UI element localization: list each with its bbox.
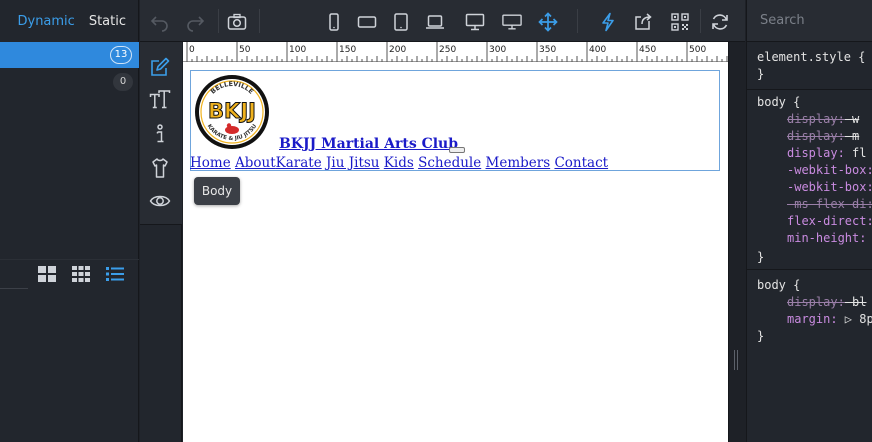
- nav-link-kids[interactable]: Kids: [384, 155, 414, 171]
- left-panel: Dynamic Static 13 0: [0, 0, 139, 442]
- tablet-icon[interactable]: [391, 12, 411, 32]
- css-declaration[interactable]: display: fl: [787, 145, 866, 162]
- css-rule-body-2: body { display: bl margin: ▷ 8p }: [747, 270, 872, 350]
- view-mode-switcher: [38, 266, 124, 282]
- wide-desktop-icon[interactable]: [502, 12, 522, 32]
- css-declaration[interactable]: margin: ▷ 8p: [787, 311, 872, 328]
- small-grid-icon[interactable]: [72, 266, 90, 282]
- redo-icon[interactable]: [185, 12, 205, 32]
- club-logo: BELLEVILLE BKJJ KARATE & JIU JITSU: [194, 74, 270, 150]
- close-brace: }: [757, 329, 765, 343]
- text-size-icon[interactable]: [149, 89, 171, 111]
- search-bar: [747, 0, 872, 42]
- css-declaration[interactable]: -ms-flex-di:: [787, 196, 872, 213]
- tab-static[interactable]: Static: [89, 14, 126, 29]
- css-declaration[interactable]: display: bl: [787, 294, 866, 311]
- ruler-label: 200: [389, 45, 406, 55]
- ruler-label: 100: [289, 45, 306, 55]
- nav-link-contact[interactable]: Contact: [554, 155, 608, 171]
- css-declaration[interactable]: min-height:: [787, 230, 866, 247]
- ruler-label: 300: [489, 45, 506, 55]
- top-toolbar: [140, 0, 745, 42]
- desktop-icon[interactable]: [465, 12, 485, 32]
- camera-icon[interactable]: [227, 12, 247, 32]
- css-declaration[interactable]: -webkit-box:: [787, 179, 872, 196]
- nav-link-jiu-jitsu[interactable]: Jiu Jitsu: [326, 155, 380, 171]
- selector[interactable]: body {: [757, 94, 800, 111]
- list-view-icon[interactable]: [106, 266, 124, 282]
- move-arrows-icon[interactable]: [538, 12, 558, 32]
- nav-link-about[interactable]: About: [235, 155, 276, 171]
- ruler-label: 400: [589, 45, 606, 55]
- qr-code-icon[interactable]: [670, 12, 690, 32]
- selector[interactable]: body {: [757, 277, 800, 294]
- close-brace: }: [757, 250, 765, 264]
- app-window: Dynamic Static 13 0 0 50 100 150 200 250…: [0, 0, 872, 442]
- resize-handle[interactable]: [734, 350, 739, 370]
- count-badge: 0: [113, 73, 133, 91]
- tshirt-icon[interactable]: [149, 157, 171, 179]
- edit-icon[interactable]: [149, 56, 171, 78]
- large-grid-icon[interactable]: [38, 266, 56, 282]
- element-tooltip: Body: [194, 177, 240, 205]
- close-brace: }: [757, 67, 765, 81]
- ruler-label: 250: [439, 45, 456, 55]
- share-icon[interactable]: [634, 12, 654, 32]
- undo-icon[interactable]: [150, 12, 170, 32]
- eye-icon[interactable]: [149, 190, 171, 212]
- phone-portrait-icon[interactable]: [324, 12, 344, 32]
- side-tools: [140, 42, 182, 442]
- element-style-rule: element.style { }: [747, 42, 872, 90]
- left-panel-header: Dynamic Static: [0, 0, 138, 42]
- ruler-label: 50: [239, 45, 251, 55]
- count-badge: 13: [110, 46, 132, 64]
- ruler-label: 350: [539, 45, 556, 55]
- ruler-label: 450: [639, 45, 656, 55]
- site-title-link[interactable]: BKJJ Martial Arts Club: [279, 136, 458, 152]
- panel-gutter: [728, 42, 745, 442]
- main-nav: Home AboutKarate Jiu Jitsu Kids Schedule…: [190, 155, 608, 171]
- info-icon[interactable]: [149, 123, 171, 145]
- search-input[interactable]: [760, 13, 860, 28]
- phone-landscape-icon[interactable]: [357, 12, 377, 32]
- nav-link-karate[interactable]: Karate: [276, 155, 322, 171]
- css-declaration[interactable]: display: m: [787, 128, 859, 145]
- refresh-icon[interactable]: [710, 12, 730, 32]
- lightning-icon[interactable]: [598, 12, 618, 32]
- ruler: 0 50 100 150 200 250 300 350 400 450 500: [183, 42, 728, 62]
- ruler-label: 150: [339, 45, 356, 55]
- ruler-label: 500: [689, 45, 706, 55]
- tab-dynamic[interactable]: Dynamic: [17, 14, 74, 29]
- css-inspector-panel: element.style { } body { display: wdispl…: [746, 0, 872, 442]
- nav-link-home[interactable]: Home: [190, 155, 231, 171]
- logo-letters: BKJJ: [208, 99, 256, 123]
- nav-link-members[interactable]: Members: [486, 155, 551, 171]
- selector[interactable]: element.style {: [757, 49, 865, 66]
- ruler-label: 0: [189, 45, 195, 55]
- css-rule-body-1: body { display: w display: m display: fl -w…: [747, 90, 872, 270]
- css-declaration[interactable]: -webkit-box:: [787, 162, 872, 179]
- laptop-icon[interactable]: [425, 12, 445, 32]
- nav-link-schedule[interactable]: Schedule: [418, 155, 481, 171]
- css-declaration[interactable]: display: w: [787, 111, 859, 128]
- menu-toggle-button[interactable]: [449, 147, 465, 153]
- css-declaration[interactable]: flex-direct:: [787, 213, 872, 230]
- page-preview[interactable]: BELLEVILLE BKJJ KARATE & JIU JITSU BKJJ …: [183, 62, 728, 442]
